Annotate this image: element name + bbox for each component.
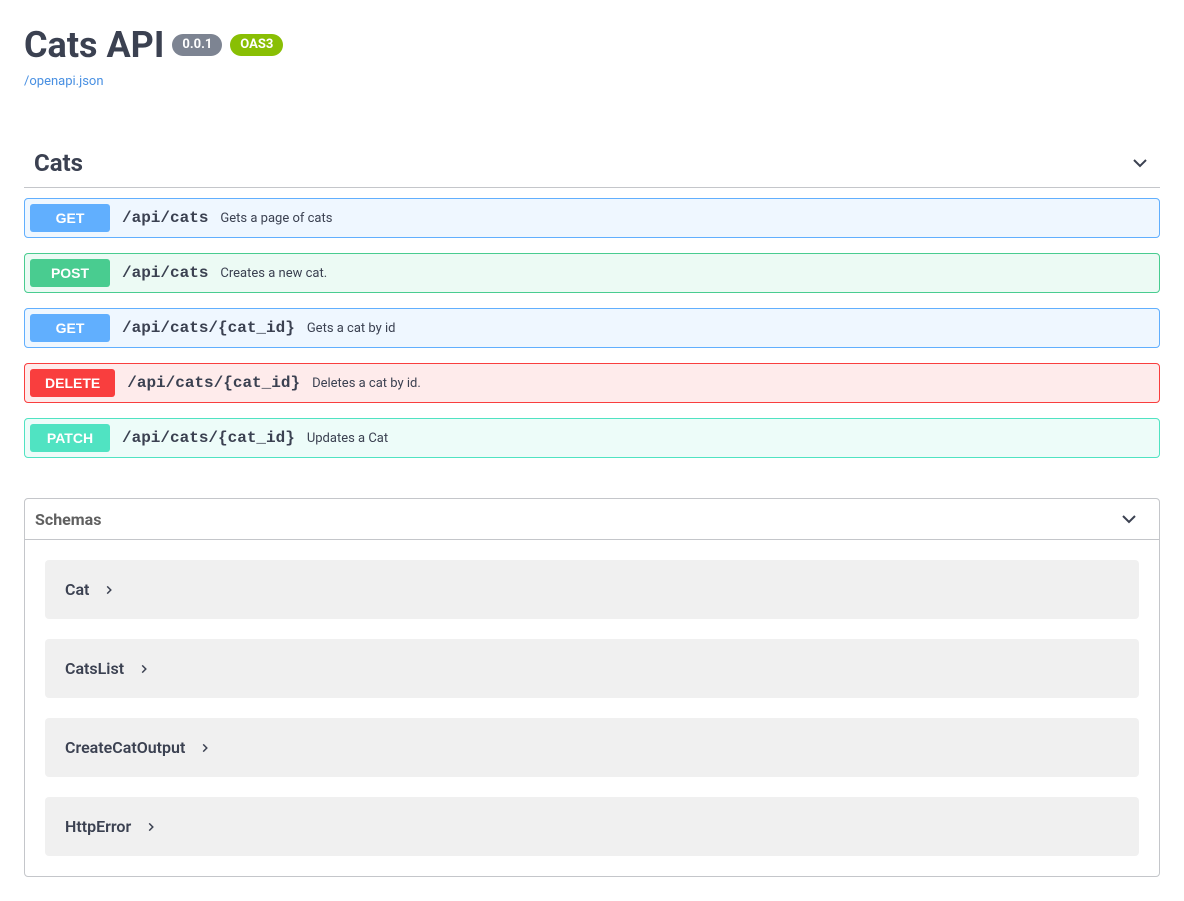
schema-name: CatsList — [65, 659, 124, 678]
api-header: Cats API 0.0.1 OAS3 /openapi.json — [24, 24, 1160, 89]
operations-list: GET/api/cats Gets a page of cats POST/api/… — [24, 198, 1160, 458]
http-method-badge: GET — [30, 314, 110, 342]
operation-row[interactable]: POST/api/cats Creates a new cat. — [24, 253, 1160, 293]
operation-path: /api/cats/{cat_id} — [122, 429, 295, 447]
operation-row[interactable]: PATCH/api/cats/{cat_id} Updates a Cat — [24, 418, 1160, 458]
operation-path: /api/cats/{cat_id} — [122, 319, 295, 337]
operation-path: /api/cats — [122, 264, 208, 282]
spec-link[interactable]: /openapi.json — [24, 74, 104, 89]
http-method-badge: POST — [30, 259, 110, 287]
schema-item[interactable]: HttpError — [45, 797, 1139, 856]
version-badge: 0.0.1 — [172, 34, 222, 56]
schema-item[interactable]: CatsList — [45, 639, 1139, 698]
chevron-right-icon — [145, 821, 157, 833]
schema-item[interactable]: Cat — [45, 560, 1139, 619]
operation-summary: Gets a page of cats — [220, 211, 332, 226]
schemas-list: Cat CatsList CreateCatOutput HttpError — [25, 540, 1159, 876]
tag-section: Cats GET/api/cats Gets a page of cats POST… — [24, 139, 1160, 458]
tag-header[interactable]: Cats — [24, 139, 1160, 188]
api-title: Cats API — [24, 24, 164, 66]
chevron-right-icon — [138, 663, 150, 675]
operation-summary: Creates a new cat. — [220, 266, 327, 281]
schemas-section: Schemas Cat CatsList CreateCatOutput HttpEr… — [24, 498, 1160, 877]
operation-summary: Deletes a cat by id. — [312, 376, 421, 391]
chevron-down-icon — [1130, 153, 1150, 173]
operation-summary: Updates a Cat — [307, 431, 388, 446]
chevron-down-icon — [1119, 509, 1139, 529]
operation-row[interactable]: DELETE/api/cats/{cat_id} Deletes a cat by… — [24, 363, 1160, 403]
operation-path: /api/cats/{cat_id} — [127, 374, 300, 392]
schemas-header[interactable]: Schemas — [25, 499, 1159, 540]
http-method-badge: PATCH — [30, 424, 110, 452]
schema-name: HttpError — [65, 817, 131, 836]
operation-row[interactable]: GET/api/cats Gets a page of cats — [24, 198, 1160, 238]
operation-path: /api/cats — [122, 209, 208, 227]
schema-name: CreateCatOutput — [65, 738, 185, 757]
operation-row[interactable]: GET/api/cats/{cat_id} Gets a cat by id — [24, 308, 1160, 348]
operation-summary: Gets a cat by id — [307, 321, 396, 336]
chevron-right-icon — [199, 742, 211, 754]
schemas-title: Schemas — [35, 510, 101, 529]
http-method-badge: GET — [30, 204, 110, 232]
chevron-right-icon — [103, 584, 115, 596]
schema-name: Cat — [65, 580, 89, 599]
oas-badge: OAS3 — [230, 34, 283, 56]
schema-item[interactable]: CreateCatOutput — [45, 718, 1139, 777]
http-method-badge: DELETE — [30, 369, 115, 397]
tag-name: Cats — [34, 149, 83, 177]
